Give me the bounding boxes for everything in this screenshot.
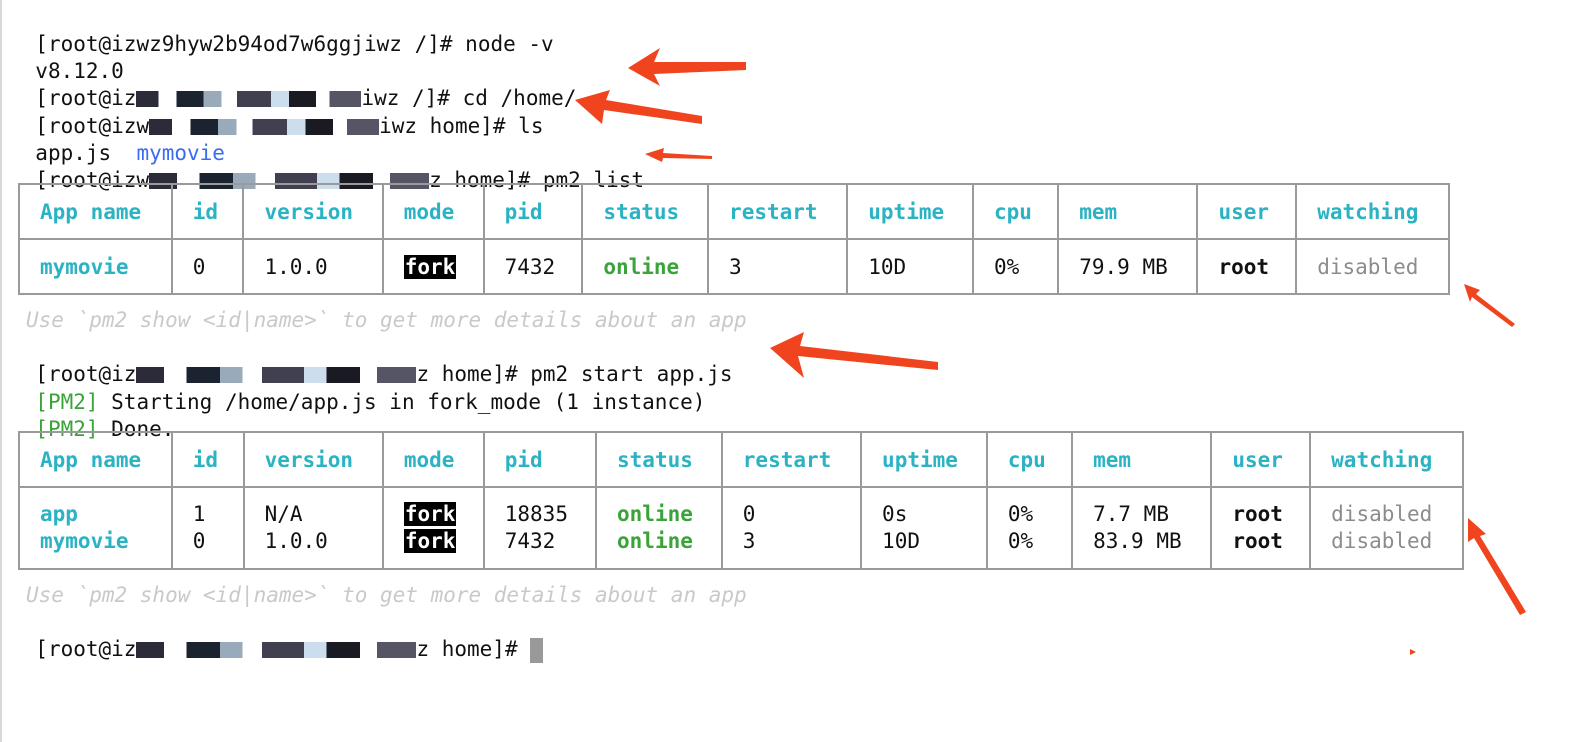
arrow-annotation (1410, 649, 1416, 655)
arrow-annotation (1464, 284, 1515, 327)
annotation-arrows (575, 48, 1526, 655)
arrow-annotation (1468, 518, 1526, 615)
arrow-annotation (770, 332, 938, 378)
arrow-annotation (628, 48, 746, 86)
arrow-annotation (575, 90, 702, 124)
arrow-annotation (645, 148, 712, 162)
